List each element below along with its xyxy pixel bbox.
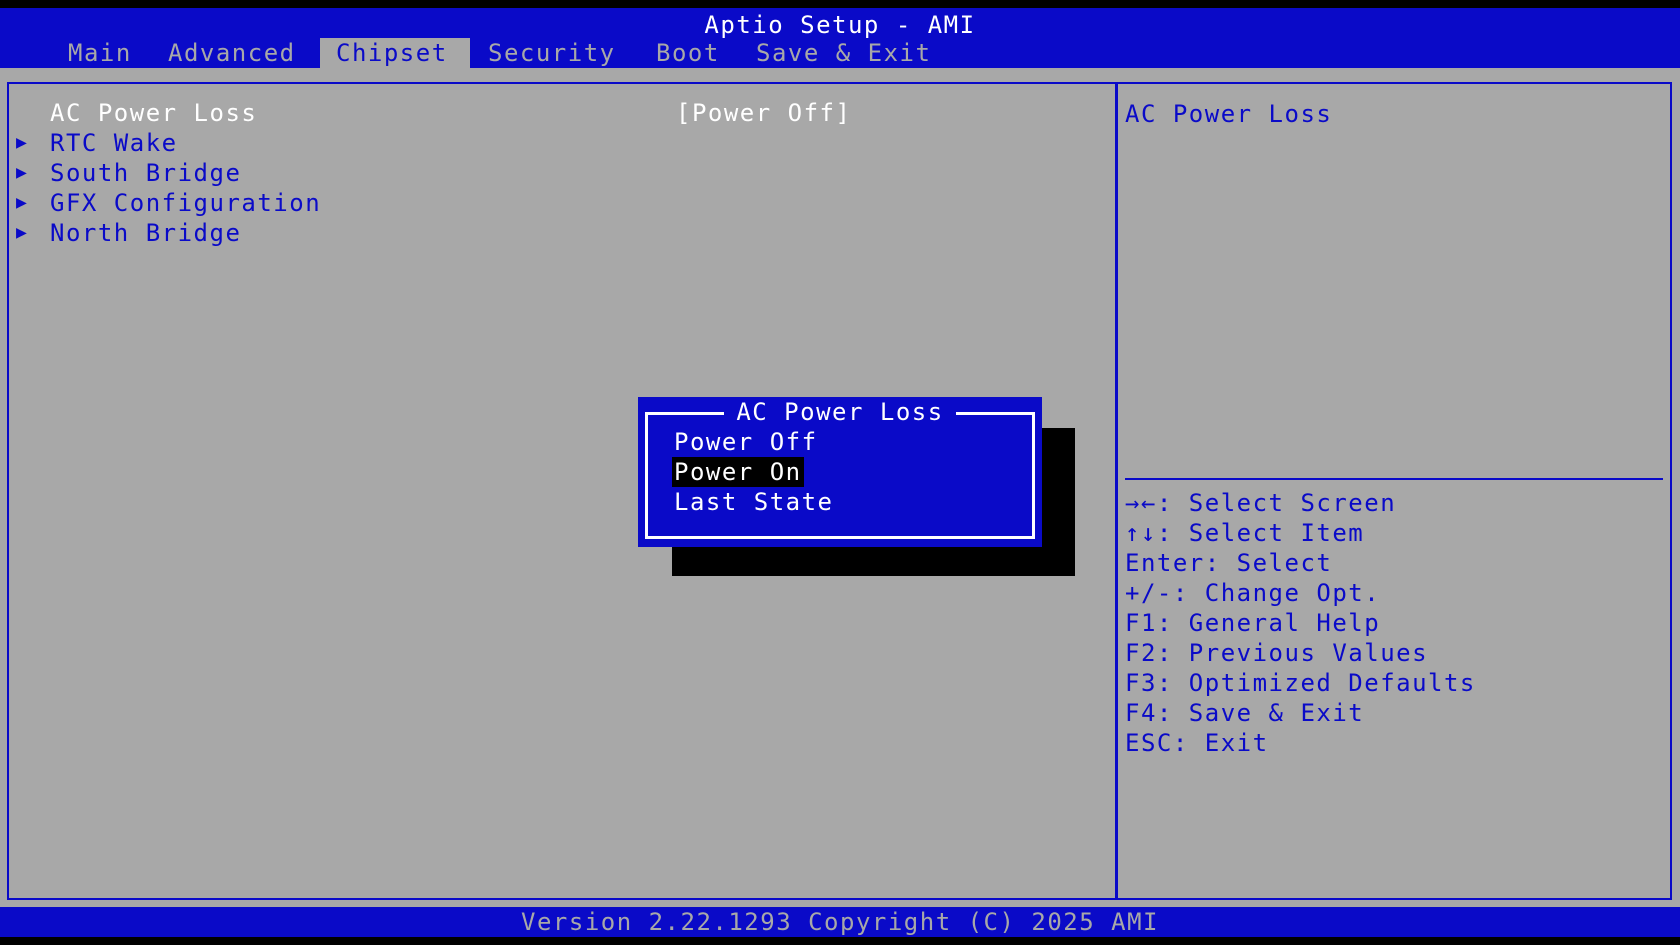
popup-title: AC Power Loss	[638, 397, 1042, 427]
panel-divider	[1115, 82, 1118, 900]
setting-ac-power-loss[interactable]: AC Power Loss [Power Off]	[0, 98, 1110, 128]
key-hint-enter: Enter: Select	[1125, 549, 1333, 577]
tab-chipset[interactable]: Chipset	[320, 38, 470, 68]
submenu-south-bridge[interactable]: ▶ South Bridge	[0, 158, 500, 188]
key-hint-f2: F2: Previous Values	[1125, 639, 1429, 667]
option-last-state[interactable]: Last State	[672, 487, 836, 517]
triangle-right-icon: ▶	[16, 162, 29, 183]
submenu-rtc-wake[interactable]: ▶ RTC Wake	[0, 128, 500, 158]
footer-bar: Version 2.22.1293 Copyright (C) 2025 AMI	[0, 907, 1680, 937]
setting-value[interactable]: [Power Off]	[676, 98, 851, 128]
submenu-label: South Bridge	[50, 159, 242, 187]
tab-bar: Main Advanced Chipset Security Boot Save…	[0, 38, 1680, 68]
option-power-off[interactable]: Power Off	[672, 427, 820, 457]
tab-security[interactable]: Security	[472, 38, 632, 68]
options-popup: AC Power Loss Power Off Power On Last St…	[638, 397, 1042, 547]
title-bar: Aptio Setup - AMI Main Advanced Chipset …	[0, 8, 1680, 68]
option-power-on[interactable]: Power On	[672, 457, 804, 487]
submenu-gfx-configuration[interactable]: ▶ GFX Configuration	[0, 188, 500, 218]
key-hint-change-opt: +/-: Change Opt.	[1125, 579, 1381, 607]
submenu-label: RTC Wake	[50, 129, 178, 157]
app-title: Aptio Setup - AMI	[704, 11, 976, 39]
submenu-label: North Bridge	[50, 219, 242, 247]
triangle-right-icon: ▶	[16, 132, 29, 153]
submenu-north-bridge[interactable]: ▶ North Bridge	[0, 218, 500, 248]
triangle-right-icon: ▶	[16, 222, 29, 243]
key-hint-f4: F4: Save & Exit	[1125, 699, 1365, 727]
bios-screen: Aptio Setup - AMI Main Advanced Chipset …	[0, 8, 1680, 937]
key-hint-f3: F3: Optimized Defaults	[1125, 669, 1476, 697]
triangle-right-icon: ▶	[16, 192, 29, 213]
setting-label: AC Power Loss	[50, 99, 258, 127]
tab-boot[interactable]: Boot	[640, 38, 736, 68]
help-separator	[1125, 478, 1663, 480]
submenu-label: GFX Configuration	[50, 189, 322, 217]
tab-save-exit[interactable]: Save & Exit	[740, 38, 947, 68]
key-hint-f1: F1: General Help	[1125, 609, 1381, 637]
tab-advanced[interactable]: Advanced	[152, 38, 312, 68]
tab-main[interactable]: Main	[52, 38, 148, 68]
help-title: AC Power Loss	[1125, 100, 1333, 128]
key-hint-esc: ESC: Exit	[1125, 729, 1269, 757]
version-text: Version 2.22.1293 Copyright (C) 2025 AMI	[521, 908, 1159, 936]
key-hint-select-item: ↑↓: Select Item	[1125, 519, 1365, 547]
key-hint-select-screen: →←: Select Screen	[1125, 489, 1397, 517]
